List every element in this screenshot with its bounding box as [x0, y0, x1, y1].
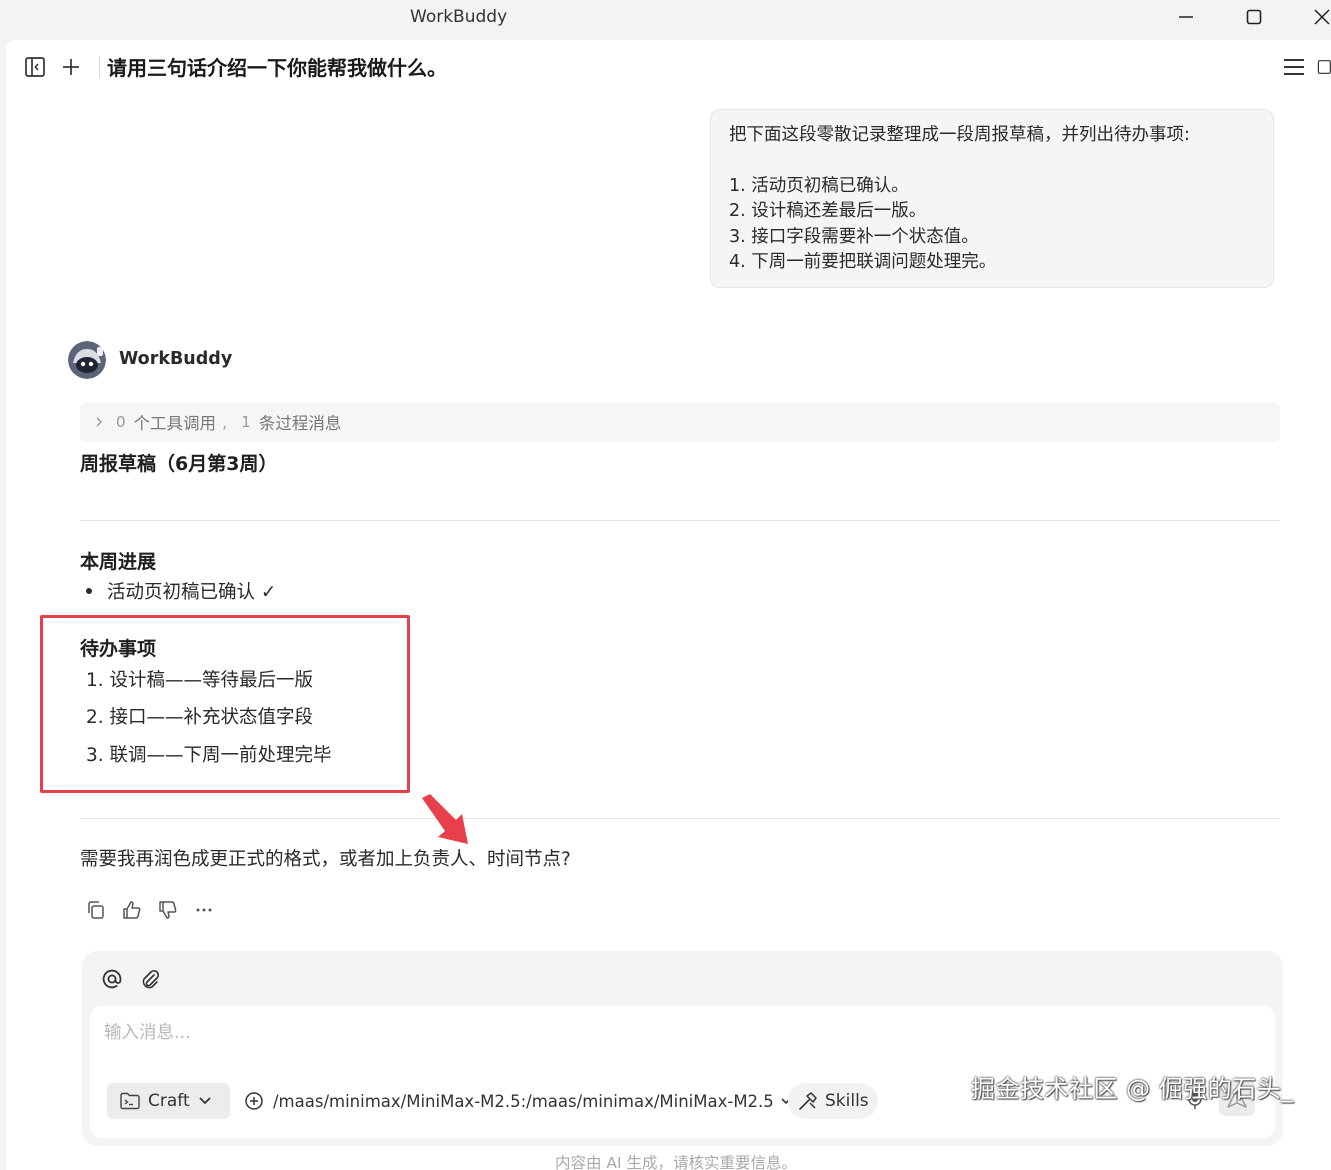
attach-button[interactable] — [138, 967, 162, 991]
paperclip-icon — [142, 969, 160, 989]
assistant-closing-text: 需要我再润色成更正式的格式，或者加上负责人、时间节点? — [80, 849, 571, 870]
ai-disclaimer: 内容由 AI 生成，请核实重要信息。 — [555, 1154, 798, 1170]
chat-header: 请用三句话介绍一下你能帮我做什么。 — [6, 40, 1331, 94]
more-icon — [196, 908, 212, 912]
todo-highlight-box — [40, 615, 410, 793]
process-count-label: 条过程消息 — [258, 414, 342, 433]
skills-label: Skills — [825, 1091, 869, 1111]
close-icon — [1314, 9, 1330, 25]
progress-heading: 本周进展 — [80, 551, 157, 573]
message-input[interactable] — [104, 1018, 1004, 1048]
assistant-avatar — [68, 341, 106, 379]
divider — [80, 520, 1280, 521]
thumbs-up-icon — [123, 901, 141, 919]
tool-calls-summary[interactable]: 0 个工具调用 , 1 条过程消息 — [80, 402, 1280, 442]
chevron-right-icon — [94, 413, 104, 432]
app-surface: 请用三句话介绍一下你能帮我做什么。 把下面这段零散记录整理成一段周报草稿，并列出… — [6, 40, 1331, 1170]
mode-label: Craft — [148, 1091, 190, 1111]
progress-item: 活动页初稿已确认 ✓ — [86, 578, 276, 604]
chevron-down-icon — [199, 1097, 211, 1105]
user-message-item: 2. 设计稿还差最后一版。 — [729, 201, 927, 221]
bullet-dot — [86, 588, 92, 594]
at-icon — [102, 969, 122, 989]
panel-icon — [1317, 60, 1331, 74]
mode-selector[interactable]: Craft — [107, 1083, 230, 1119]
minimize-button[interactable] — [1163, 0, 1209, 34]
user-message-item: 4. 下周一前要把联调问题处理完。 — [729, 252, 997, 272]
user-message-bubble: 把下面这段零散记录整理成一段周报草稿，并列出待办事项: 1. 活动页初稿已确认。… — [710, 109, 1274, 288]
process-count: 1 — [241, 413, 251, 431]
copy-button[interactable] — [84, 898, 108, 922]
model-label: /maas/minimax/MiniMax-M2.5:/maas/minimax… — [273, 1091, 774, 1111]
user-message-intro: 把下面这段零散记录整理成一段周报草稿，并列出待办事项: — [729, 125, 1190, 145]
plus-icon — [63, 59, 79, 75]
window-title: WorkBuddy — [410, 7, 508, 27]
assistant-name: WorkBuddy — [119, 349, 233, 369]
maximize-icon — [1246, 9, 1262, 25]
progress-item-text: 活动页初稿已确认 ✓ — [107, 582, 277, 603]
copy-icon — [88, 901, 104, 919]
maximize-button[interactable] — [1231, 0, 1277, 34]
composer: Craft /maas/minimax/MiniMax-M2.5:/maas/m… — [82, 951, 1283, 1146]
mention-button[interactable] — [100, 967, 124, 991]
user-message-item: 1. 活动页初稿已确认。 — [729, 175, 909, 196]
terminal-folder-icon — [120, 1092, 140, 1110]
window-titlebar: WorkBuddy — [0, 0, 1331, 40]
tool-count: 0 — [116, 413, 126, 431]
menu-button[interactable] — [1282, 55, 1306, 79]
panel-toggle-button[interactable] — [1317, 55, 1331, 79]
sidebar-toggle-button[interactable] — [23, 55, 47, 79]
robot-avatar-icon — [68, 341, 106, 379]
skills-button[interactable]: Skills — [788, 1083, 878, 1119]
sidebar-toggle-icon — [25, 57, 45, 77]
hammer-icon — [799, 1092, 817, 1110]
report-title: 周报草稿（6月第3周） — [80, 453, 278, 475]
close-button[interactable] — [1299, 0, 1331, 34]
new-chat-button[interactable] — [59, 55, 83, 79]
tool-count-label: 个工具调用 — [133, 414, 217, 433]
user-message-item: 3. 接口字段需要补一个状态值。 — [729, 226, 979, 247]
divider — [80, 818, 1280, 819]
annotation-arrow-icon — [422, 794, 468, 844]
add-circle-icon — [245, 1092, 263, 1110]
composer-tools — [100, 967, 162, 991]
message-actions — [84, 898, 216, 922]
conversation-title: 请用三句话介绍一下你能帮我做什么。 — [107, 56, 447, 80]
hamburger-icon — [1284, 59, 1304, 75]
minimize-icon — [1179, 16, 1193, 18]
thumbs-up-button[interactable] — [120, 898, 144, 922]
thumbs-down-button[interactable] — [156, 898, 180, 922]
thumbs-down-icon — [159, 901, 177, 919]
model-selector[interactable]: /maas/minimax/MiniMax-M2.5:/maas/minimax… — [244, 1083, 792, 1119]
more-button[interactable] — [192, 898, 216, 922]
header-divider — [99, 56, 100, 78]
watermark-text: 掘金技术社区 @ 倔强的石头_ — [971, 1075, 1294, 1103]
summary-separator: , — [222, 412, 228, 432]
